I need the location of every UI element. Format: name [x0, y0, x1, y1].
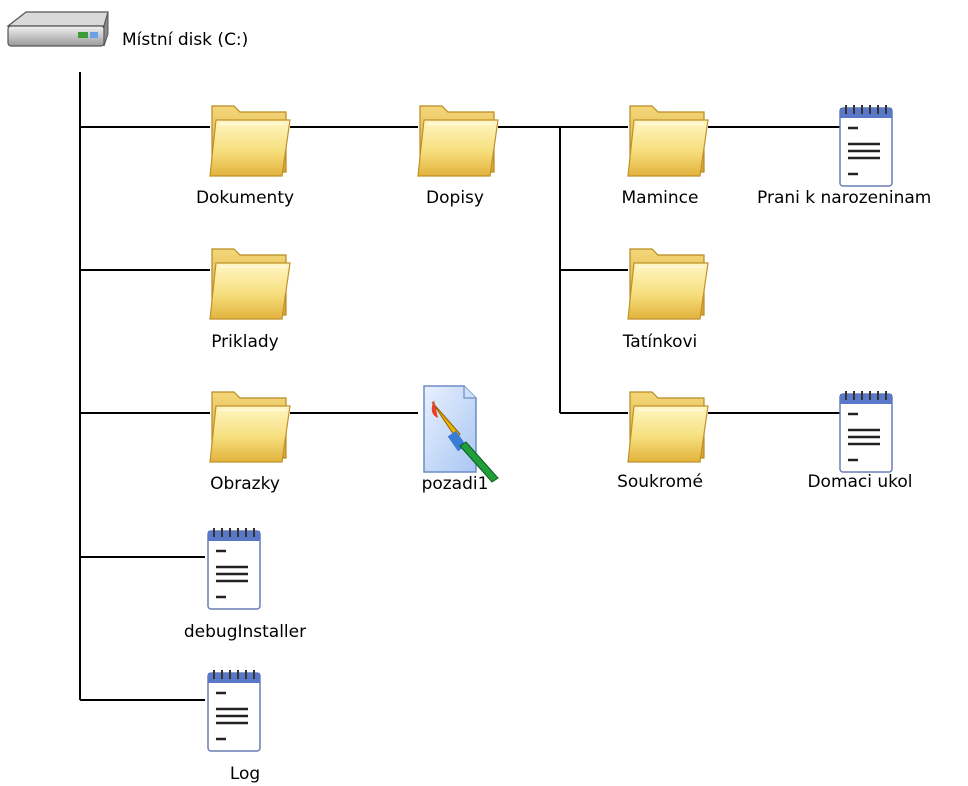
node-label-priklady[interactable]: Priklady [165, 332, 325, 352]
node-label-log[interactable]: Log [160, 764, 330, 784]
folder-icon[interactable] [417, 105, 499, 177]
node-label-dopisy[interactable]: Dopisy [375, 188, 535, 208]
paint-image-icon[interactable] [423, 385, 499, 483]
root-drive-label[interactable]: Místní disk (C:) [122, 30, 248, 50]
node-label-soukrome[interactable]: Soukromé [580, 472, 740, 492]
node-label-obrazky[interactable]: Obrazky [165, 474, 325, 494]
notepad-document-icon[interactable] [206, 668, 262, 753]
node-label-mamince[interactable]: Mamince [580, 188, 740, 208]
node-label-debug[interactable]: debugInstaller [160, 622, 330, 642]
folder-icon[interactable] [209, 391, 291, 463]
node-label-tatinkovi[interactable]: Tatínkovi [580, 332, 740, 352]
folder-icon[interactable] [627, 105, 709, 177]
hard-drive-icon[interactable] [7, 11, 109, 47]
node-label-dokumenty[interactable]: Dokumenty [165, 188, 325, 208]
folder-tree-diagram [7, 11, 894, 753]
node-label-prani[interactable]: Prani k narozeninam [757, 188, 931, 208]
folder-icon[interactable] [627, 391, 709, 463]
folder-icon[interactable] [209, 248, 291, 320]
notepad-document-icon[interactable] [838, 389, 894, 474]
notepad-document-icon[interactable] [206, 526, 262, 611]
notepad-document-icon[interactable] [838, 103, 894, 188]
node-label-domaci[interactable]: Domaci ukol [780, 472, 940, 492]
node-label-pozadi1[interactable]: pozadi1 [375, 474, 535, 494]
folder-icon[interactable] [627, 248, 709, 320]
folder-icon[interactable] [209, 105, 291, 177]
